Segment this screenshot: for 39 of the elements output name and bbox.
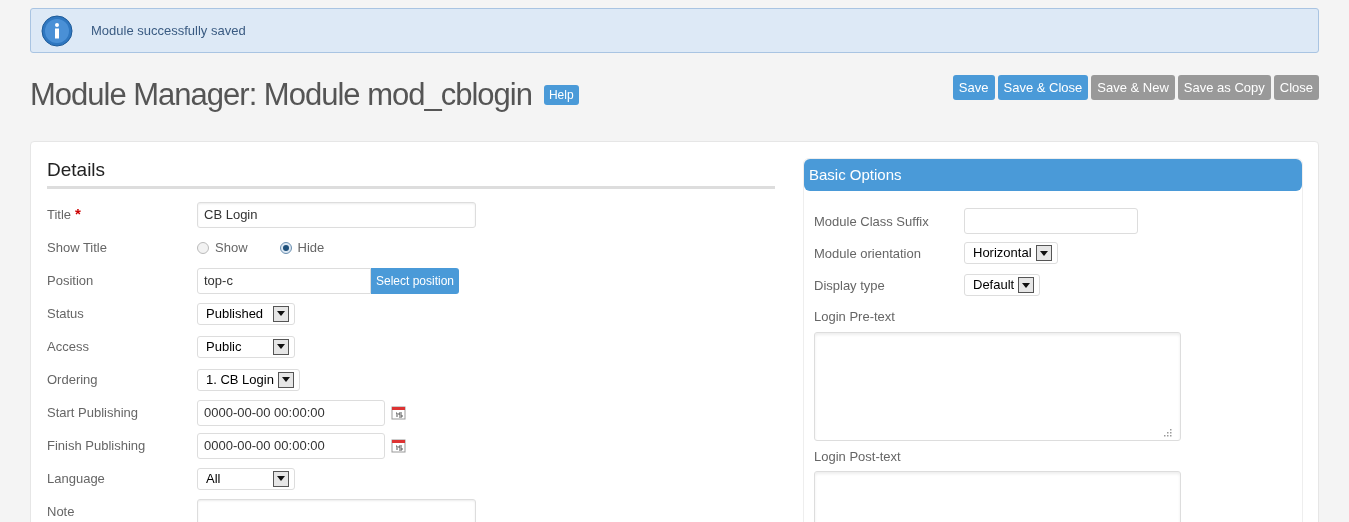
text-area[interactable] [814, 331, 1181, 441]
field-label: Ordering [47, 370, 98, 389]
select-dropdown[interactable]: Horizontal [964, 242, 1058, 264]
select-dropdown[interactable]: All [197, 467, 295, 490]
field-label: Module orientation [814, 246, 921, 261]
alert-message: Module successfully saved [91, 21, 246, 40]
date-field[interactable]: 0000-00-00 00:00:00 [197, 432, 385, 459]
select-dropdown[interactable]: 1. CB Login [197, 368, 300, 391]
field-label: Access [47, 337, 89, 356]
field-label: Finish Publishing [47, 436, 146, 455]
select-dropdown[interactable]: Default [964, 274, 1041, 296]
text-field[interactable]: top-c [197, 267, 371, 294]
radio-option[interactable]: Show [197, 237, 248, 258]
select-dropdown[interactable]: Published [197, 302, 295, 325]
field-label: Language [47, 469, 105, 488]
field-label: Status [47, 304, 84, 323]
field-label: Display type [814, 278, 885, 293]
field-label: Show Title [47, 238, 107, 257]
text-field[interactable]: CB Login [197, 201, 476, 228]
panel-header: Basic Options [804, 158, 1302, 191]
info-icon [41, 14, 73, 47]
field-label: Module Class Suffix [814, 214, 929, 229]
calendar-icon[interactable] [391, 438, 406, 453]
date-field[interactable]: 0000-00-00 00:00:00 [197, 399, 385, 426]
text-field[interactable] [964, 208, 1138, 234]
field-label: Note [47, 502, 75, 521]
required-mark: * [75, 204, 81, 225]
field-label: Title [47, 205, 72, 224]
text-field[interactable] [197, 498, 476, 522]
field-label: Start Publishing [47, 403, 139, 422]
radio-option[interactable]: Hide [279, 237, 325, 258]
page-title: Module Manager: Module mod_cblogin [30, 76, 532, 114]
resize-handle-icon[interactable] [1164, 428, 1172, 437]
select-dropdown[interactable]: Public [197, 335, 295, 358]
section-heading: Details [47, 155, 775, 189]
field-label: Login Post-text [814, 447, 902, 466]
field-label: Position [47, 271, 94, 290]
calendar-icon[interactable] [391, 405, 406, 420]
field-label: Login Pre-text [814, 308, 896, 326]
